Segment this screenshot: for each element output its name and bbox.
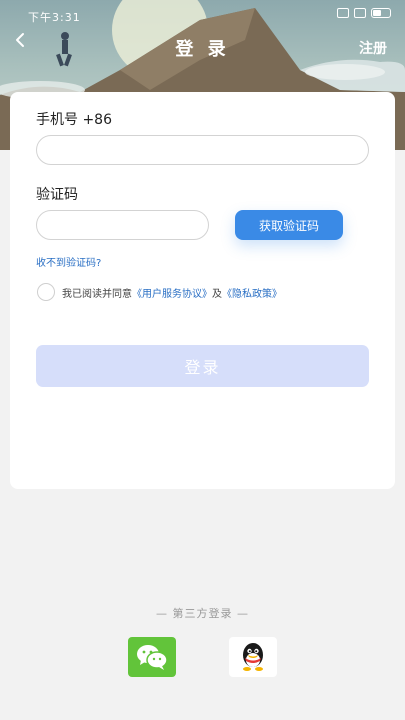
status-icons <box>337 8 391 18</box>
wechat-login-button[interactable] <box>128 637 176 677</box>
privacy-policy-link[interactable]: 《隐私政策》 <box>222 289 282 300</box>
status-bar: 下午3:31 <box>0 0 405 30</box>
code-input[interactable] <box>36 210 209 240</box>
agreement-row: 我已阅读并同意《用户服务协议》及《隐私政策》 <box>37 282 282 302</box>
wifi-icon <box>354 8 366 18</box>
third-party-title: — 第三方登录 — <box>156 607 249 620</box>
qq-icon <box>243 643 263 671</box>
page-title: 登 录 <box>175 39 230 60</box>
wechat-icon <box>137 645 168 670</box>
status-time: 下午3:31 <box>28 11 81 24</box>
phone-label: 手机号 +86 <box>36 112 112 128</box>
signal-icon <box>337 8 349 18</box>
register-link[interactable]: 注册 <box>359 38 387 58</box>
battery-icon <box>371 8 391 18</box>
agree-checkbox[interactable] <box>37 283 55 301</box>
agree-prefix: 我已阅读并同意 <box>62 288 132 300</box>
agreement-text: 我已阅读并同意《用户服务协议》及《隐私政策》 <box>62 285 282 300</box>
login-card: 手机号 +86 验证码 获取验证码 收不到验证码? 我已阅读并同意《用户服务协议… <box>10 92 395 489</box>
qq-login-button[interactable] <box>229 637 277 677</box>
user-agreement-link[interactable]: 《用户服务协议》 <box>132 289 212 300</box>
get-code-button[interactable]: 获取验证码 <box>235 210 343 240</box>
phone-input[interactable] <box>36 135 369 165</box>
nav-bar: 登 录 注册 <box>0 30 405 64</box>
login-button[interactable]: 登录 <box>36 345 369 387</box>
code-label: 验证码 <box>36 187 78 203</box>
no-code-link[interactable]: 收不到验证码? <box>36 254 101 269</box>
agree-and: 及 <box>212 288 222 300</box>
